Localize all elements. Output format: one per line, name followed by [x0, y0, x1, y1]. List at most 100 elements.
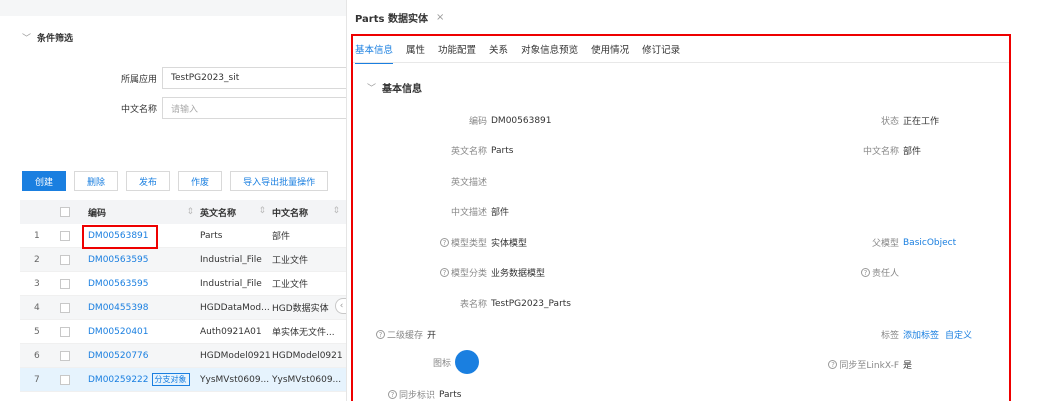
left-panel: ﹀ 条件筛选 所属应用 TestPG2023_sit 中文名称 请输入 创建 删…	[0, 0, 346, 401]
help-icon[interactable]: ?	[387, 390, 397, 399]
void-button[interactable]: 作废	[178, 171, 223, 191]
tab-basic-info[interactable]: 基本信息	[355, 42, 394, 64]
field-label: 编码	[468, 117, 487, 127]
tab-revision-history[interactable]: 修订记录	[642, 42, 680, 64]
field-parent-model: 父模型 BasicObject	[787, 236, 956, 250]
table-row[interactable]: 3 DM00563595 Industrial_File 工业文件	[20, 272, 346, 296]
field-table-name: 表名称 TestPG2023_Parts	[347, 297, 571, 311]
table-row[interactable]: 7 DM00259222 分支对象 YysMVst0609... YysMVst0…	[20, 368, 346, 392]
tab-usage[interactable]: 使用情况	[591, 42, 629, 64]
table-row[interactable]: 2 DM00563595 Industrial_File 工业文件	[20, 248, 346, 272]
row-code-link[interactable]: DM00259222	[88, 375, 149, 385]
field-cn-name: 中文名称 部件	[787, 144, 921, 157]
row-code-link[interactable]: DM00563595	[88, 279, 149, 289]
tab-relations[interactable]: 关系	[489, 42, 508, 64]
tab-object-preview[interactable]: 对象信息预览	[521, 42, 578, 64]
document-tab[interactable]: Parts 数据实体 ×	[347, 0, 447, 34]
sort-icon[interactable]: ⇕	[332, 206, 340, 216]
field-status: 状态 正在工作	[787, 114, 939, 127]
field-en-name: 英文名称 Parts	[347, 144, 513, 158]
field-model-type: ? 模型类型 实体模型	[347, 236, 527, 249]
field-secondary-cache: ? 二级缓存 开	[347, 328, 436, 341]
tab-function-config[interactable]: 功能配置	[438, 42, 476, 64]
field-value: Parts	[439, 389, 462, 400]
row-cn-name: 工业文件	[272, 280, 309, 290]
row-index: 6	[34, 350, 40, 361]
filter-header[interactable]: ﹀ 条件筛选	[22, 31, 73, 44]
table-row[interactable]: 4 DM00455398 HGDDataMod... HGD数据实体	[20, 296, 346, 320]
field-value: DM00563891	[491, 115, 552, 126]
table-row[interactable]: 5 DM00520401 Auth0921A01 单实体无文件...	[20, 320, 346, 344]
row-code-link[interactable]: DM00520401	[88, 327, 149, 337]
row-en-name: Industrial_File	[200, 278, 262, 289]
field-model-category: ? 模型分类 业务数据模型	[347, 266, 545, 279]
collapse-panel-icon[interactable]: ‹	[335, 298, 346, 314]
entity-icon-avatar[interactable]	[455, 350, 479, 374]
field-value: 部件	[903, 147, 922, 157]
row-checkbox[interactable]	[60, 350, 70, 361]
field-code: 编码 DM00563891	[347, 114, 552, 128]
field-label: 中文描述	[450, 208, 487, 218]
row-checkbox[interactable]	[60, 302, 70, 313]
row-index: 2	[34, 254, 40, 265]
section-header[interactable]: ﹀ 基本信息	[367, 80, 422, 95]
col-cn-name[interactable]: 中文名称 ⇕	[272, 206, 346, 219]
table-row[interactable]: 1 DM00563891 Parts 部件	[20, 224, 346, 248]
row-cn-name: HGDModel0921	[272, 350, 343, 361]
row-checkbox[interactable]	[60, 374, 70, 385]
row-en-name: Parts	[200, 230, 223, 241]
add-tag-link[interactable]: 添加标签	[903, 328, 939, 341]
field-owner: ? 责任人	[787, 266, 903, 279]
top-bar	[0, 0, 346, 16]
close-icon[interactable]: ×	[436, 12, 444, 23]
parent-model-link[interactable]: BasicObject	[903, 238, 956, 248]
sort-icon[interactable]: ⇕	[186, 207, 194, 217]
col-en-name[interactable]: 英文名称 ⇕	[200, 206, 272, 219]
create-button[interactable]: 创建	[22, 171, 67, 191]
field-icon: 图标	[347, 350, 479, 374]
help-icon[interactable]: ?	[860, 268, 870, 277]
select-all-checkbox[interactable]	[60, 207, 70, 217]
field-label: 同步标识	[398, 391, 435, 401]
row-en-name: Industrial_File	[200, 254, 262, 265]
app-select[interactable]: TestPG2023_sit	[162, 67, 346, 89]
row-checkbox[interactable]	[60, 278, 70, 289]
row-checkbox[interactable]	[60, 230, 70, 241]
field-value: 部件	[491, 208, 510, 218]
row-index: 4	[34, 302, 40, 313]
custom-tag-link[interactable]: 自定义	[945, 328, 972, 341]
publish-button[interactable]: 发布	[126, 171, 171, 191]
toolbar: 创建 删除 发布 作废 导入导出批量操作	[22, 171, 329, 191]
row-cn-name: YysMVst0609...	[272, 374, 342, 385]
delete-button[interactable]: 删除	[74, 171, 119, 191]
field-sync-id: ? 同步标识 Parts	[347, 388, 461, 401]
tab-attributes[interactable]: 属性	[406, 42, 425, 64]
row-cn-name: 单实体无文件...	[272, 328, 335, 338]
help-icon[interactable]: ?	[439, 238, 449, 247]
field-cn-desc: 中文描述 部件	[347, 205, 509, 218]
field-label: 父模型	[871, 239, 899, 249]
col-code[interactable]: 编码 ⇕	[88, 206, 200, 219]
field-sync-linkx: ? 同步至LinkX-F 是	[787, 358, 912, 371]
sort-icon[interactable]: ⇕	[258, 206, 266, 216]
detail-panel: Parts 数据实体 × 基本信息 属性 功能配置 关系 对象信息预览 使用情况…	[346, 0, 1052, 401]
row-en-name: HGDModel0921	[200, 350, 271, 361]
row-code-link[interactable]: DM00455398	[88, 303, 149, 313]
table-row[interactable]: 6 DM00520776 HGDModel0921 HGDModel0921	[20, 344, 346, 368]
field-label: 表名称	[459, 300, 487, 310]
help-icon[interactable]: ?	[439, 268, 449, 277]
highlight-box	[82, 225, 158, 249]
row-code-link[interactable]: DM00520776	[88, 351, 149, 361]
help-icon[interactable]: ?	[828, 360, 838, 369]
help-icon[interactable]: ?	[375, 330, 385, 339]
field-value: 是	[903, 361, 913, 371]
import-export-button[interactable]: 导入导出批量操作	[230, 171, 329, 191]
field-label: 标签	[880, 331, 899, 341]
row-code-link[interactable]: DM00563595	[88, 255, 149, 265]
row-checkbox[interactable]	[60, 326, 70, 337]
row-checkbox[interactable]	[60, 254, 70, 265]
cn-name-input[interactable]: 请输入	[162, 97, 346, 119]
field-value: 业务数据模型	[491, 269, 546, 279]
row-cn-name: 部件	[272, 232, 291, 242]
row-en-name: YysMVst0609...	[200, 374, 270, 385]
